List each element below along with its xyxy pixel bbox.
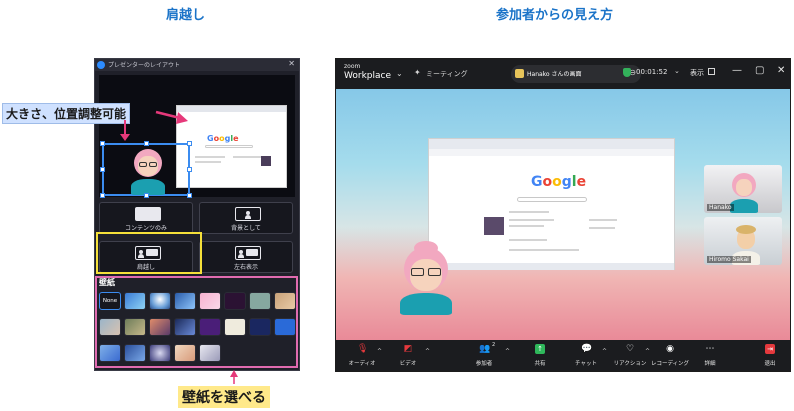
arrow-right-icon <box>155 110 181 120</box>
meeting-stage: Google Hanako Hiromo Sakai <box>336 89 790 340</box>
view-button[interactable]: 表示 <box>690 68 704 78</box>
presenter-avatar <box>396 241 456 315</box>
record-icon: ◉ <box>666 344 674 354</box>
video-options-caret[interactable]: ^ <box>425 348 430 355</box>
zoom-meeting-window: zoom Workplace ⌄ ✦ ミーティング Hanako さんの画面 ⊖… <box>335 58 791 372</box>
participants-button[interactable]: 👥 2 参加者 <box>464 340 504 371</box>
arrow-right-icon <box>176 112 188 124</box>
reaction-icon: ♡ <box>625 344 635 354</box>
share-icon: ↑ <box>535 344 545 354</box>
share-indicator[interactable]: Hanako さんの画面 ⊖ <box>511 65 641 83</box>
chat-icon: 💬 <box>581 344 593 354</box>
arrow-down-icon <box>120 134 130 141</box>
participant-tile-hiromo[interactable]: Hiromo Sakai <box>704 217 782 265</box>
chevron-down-icon[interactable]: ⌄ <box>674 67 680 75</box>
meeting-toolbar: 🎙 オーディオ ^ ◩ ビデオ ^ 👥 2 参加者 ^ ↑ 共有 💬 チャット … <box>336 340 790 371</box>
more-button[interactable]: ⋯ 詳細 <box>690 340 730 371</box>
sparkle-icon[interactable]: ✦ <box>414 68 421 77</box>
callout-wallpaper: 壁紙を選べる <box>178 386 270 408</box>
participant-count: 2 <box>492 342 496 348</box>
participant-name: Hiromo Sakai <box>707 256 751 263</box>
reaction-button[interactable]: ♡ リアクション <box>610 340 650 371</box>
record-button[interactable]: ◉ レコーディング <box>650 340 690 371</box>
zoom-topbar: zoom Workplace ⌄ ✦ ミーティング Hanako さんの画面 ⊖… <box>336 59 790 89</box>
zoom-brand: zoom <box>344 63 361 70</box>
layout-icon[interactable] <box>708 68 715 75</box>
video-button[interactable]: ◩ ビデオ <box>388 340 428 371</box>
google-logo: Google <box>531 174 587 190</box>
chat-options-caret[interactable]: ^ <box>602 348 607 355</box>
minimize-icon[interactable]: — <box>732 65 742 76</box>
shared-screen: Google <box>428 138 675 270</box>
audio-options-caret[interactable]: ^ <box>377 348 382 355</box>
video-muted-icon: ◩ <box>403 344 413 354</box>
participant-name: Hanako <box>707 204 734 211</box>
maximize-icon[interactable]: ▢ <box>755 65 764 76</box>
chevron-down-icon[interactable]: ⌄ <box>396 69 403 78</box>
share-button[interactable]: ↑ 共有 <box>520 340 560 371</box>
leave-icon: ⇥ <box>765 344 775 354</box>
meeting-tab[interactable]: ミーティング <box>426 69 468 79</box>
user-icon <box>515 69 524 78</box>
participant-tile-hanako[interactable]: Hanako <box>704 165 782 213</box>
leave-button[interactable]: ⇥ 退出 <box>750 340 790 371</box>
audio-button[interactable]: 🎙 オーディオ <box>342 340 382 371</box>
chat-button[interactable]: 💬 チャット <box>566 340 606 371</box>
meeting-timer: 00:01:52 <box>636 68 668 76</box>
share-title: Hanako さんの画面 <box>527 71 582 78</box>
close-window-icon[interactable]: ✕ <box>777 65 785 76</box>
shield-icon[interactable] <box>623 68 631 77</box>
participants-icon: 👥 <box>479 344 491 354</box>
more-icon: ⋯ <box>705 344 715 354</box>
participants-options-caret[interactable]: ^ <box>505 348 510 355</box>
zoom-workplace: Workplace <box>344 71 392 81</box>
search-box <box>517 197 587 202</box>
mic-muted-icon: 🎙 <box>357 344 369 354</box>
arrow-up-icon <box>230 370 238 377</box>
